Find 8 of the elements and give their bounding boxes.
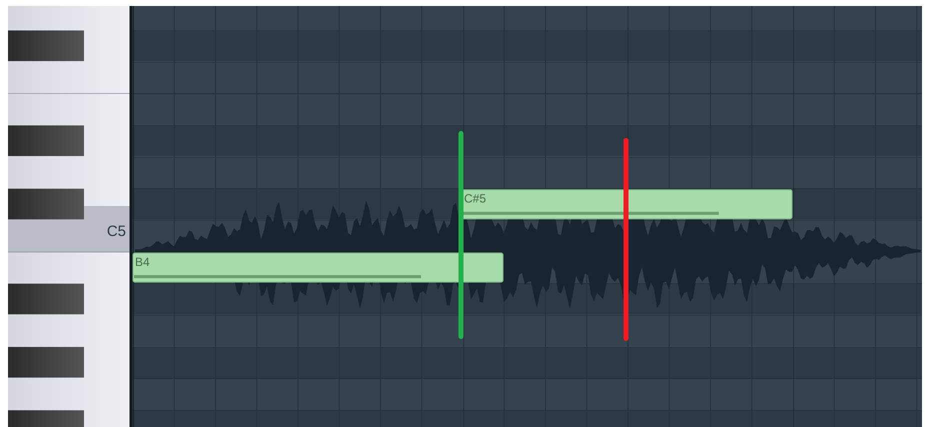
sharp-key[interactable] — [8, 30, 84, 62]
note-label: B4 — [135, 255, 150, 269]
note-block[interactable] — [462, 189, 792, 220]
sharp-key[interactable] — [8, 346, 84, 378]
sharp-key[interactable] — [8, 125, 84, 156]
note-label: C#5 — [464, 192, 486, 206]
sharp-key[interactable] — [8, 410, 84, 427]
key-label: C5 — [106, 223, 126, 240]
